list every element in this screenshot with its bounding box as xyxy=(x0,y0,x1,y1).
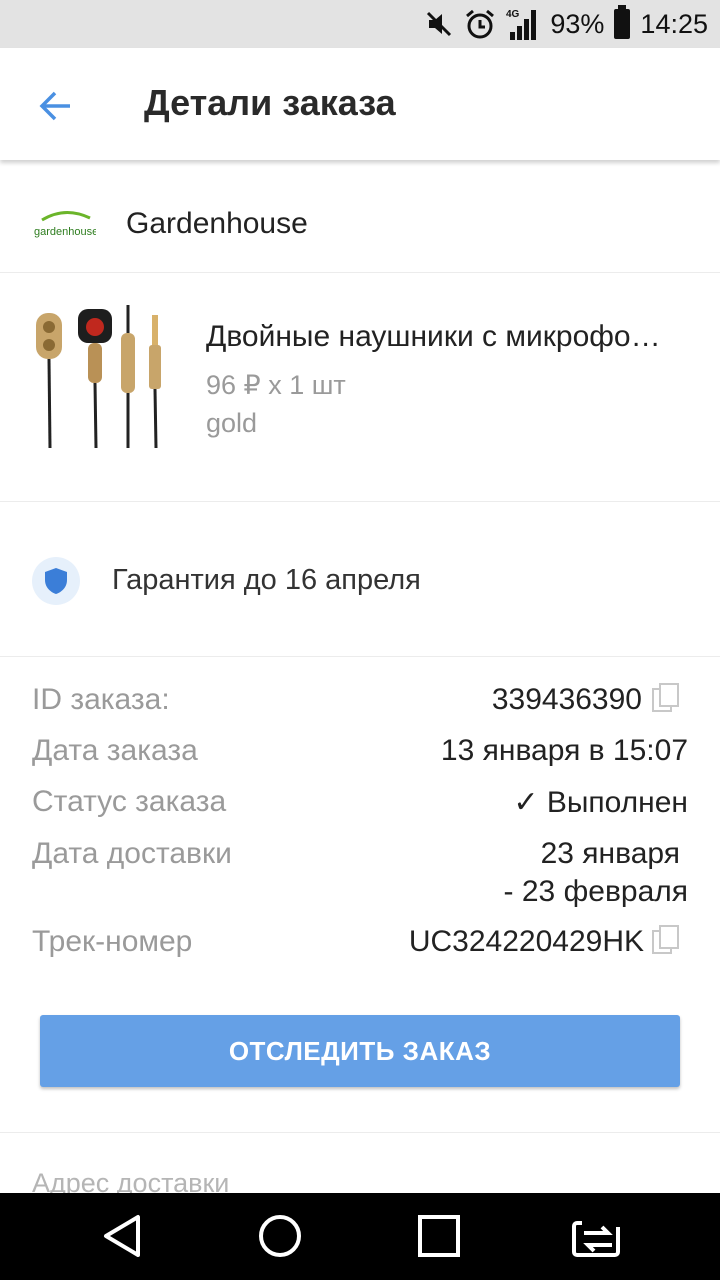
alarm-icon xyxy=(464,8,496,40)
recents-square-icon[interactable] xyxy=(414,1211,464,1261)
delivery-date-value-start: 23 января xyxy=(540,837,680,870)
product-price-qty: 96 ₽ x 1 шт xyxy=(206,370,346,400)
seller-row[interactable]: gardenhouse Gardenhouse xyxy=(0,160,720,273)
shield-icon xyxy=(32,557,80,605)
battery-percent: 93% xyxy=(550,8,605,39)
back-button[interactable] xyxy=(28,78,84,134)
status-bar-items: 4G 93% 14:25 xyxy=(424,0,708,48)
network-type: 4G xyxy=(506,9,520,20)
copy-order-id-icon[interactable] xyxy=(652,683,680,713)
order-id-value: 339436390 xyxy=(491,683,642,716)
order-status-value: ✓ Выполнен xyxy=(513,786,688,819)
track-order-button[interactable]: ОТСЛЕДИТЬ ЗАКАЗ xyxy=(40,1015,680,1087)
guarantee-text: Гарантия до 16 апреля xyxy=(112,564,421,596)
product-variant: gold xyxy=(206,408,258,438)
track-number-value: UC324220429HK xyxy=(408,925,644,958)
app-bar: Детали заказа xyxy=(0,48,720,160)
battery-icon xyxy=(614,5,631,39)
arrow-left-icon xyxy=(39,91,70,121)
product-row[interactable]: Двойные наушники с микрофоном 96 ₽ x 1 ш… xyxy=(0,273,720,502)
back-triangle-icon[interactable] xyxy=(98,1211,148,1261)
section-divider xyxy=(0,1132,720,1133)
seller-logo: gardenhouse xyxy=(34,211,96,238)
system-nav-bar xyxy=(0,1193,720,1280)
switch-app-icon[interactable] xyxy=(570,1211,626,1261)
seller-logo-text: gardenhouse xyxy=(34,226,96,238)
clock: 14:25 xyxy=(640,8,708,39)
delivery-date-value-end: - 23 февраля xyxy=(503,875,688,908)
product-image xyxy=(36,305,161,449)
mute-icon xyxy=(424,9,454,39)
status-bar: 4G 93% 14:25 xyxy=(0,0,720,48)
signal-icon: 4G xyxy=(506,8,540,40)
home-circle-icon[interactable] xyxy=(255,1211,305,1261)
delivery-date-label: Дата доставки xyxy=(32,837,232,870)
order-status-label: Статус заказа xyxy=(32,785,227,818)
product-title: Двойные наушники с микрофоном xyxy=(206,320,676,353)
order-date-label: Дата заказа xyxy=(32,734,198,767)
seller-name: Gardenhouse xyxy=(126,207,308,240)
order-info: ID заказа: 339436390 Дата заказа 13 янва… xyxy=(0,657,720,1132)
guarantee-row[interactable]: Гарантия до 16 апреля xyxy=(0,502,720,657)
copy-track-number-icon[interactable] xyxy=(652,925,680,955)
order-date-value: 13 января в 15:07 xyxy=(440,734,688,767)
order-id-label: ID заказа: xyxy=(32,683,170,716)
track-number-label: Трек-номер xyxy=(32,925,193,958)
page-title: Детали заказа xyxy=(144,82,396,123)
